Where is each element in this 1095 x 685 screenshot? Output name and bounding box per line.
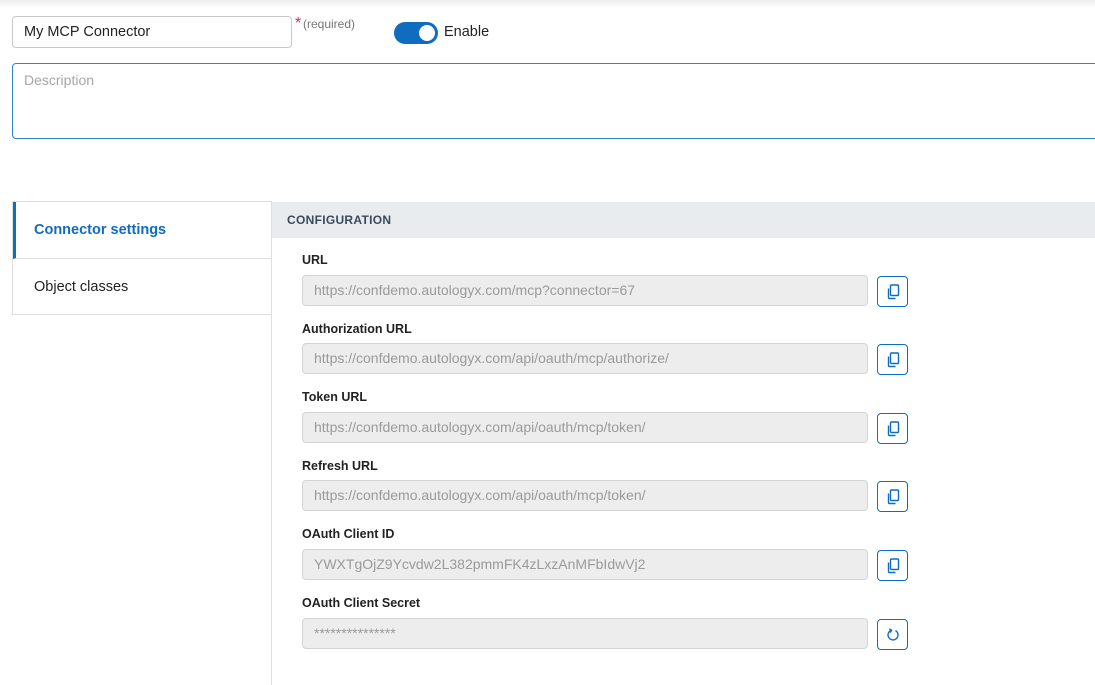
refresh-icon <box>886 627 899 641</box>
required-hint: (required) <box>303 17 356 31</box>
configuration-header: CONFIGURATION <box>272 202 1095 238</box>
token-url-field[interactable]: https://confdemo.autologyx.com/api/oauth… <box>302 412 868 443</box>
copy-authorization-url-button[interactable] <box>877 344 908 375</box>
token-url-label: Token URL <box>302 390 368 404</box>
enable-toggle[interactable] <box>394 22 438 44</box>
refresh-url-label: Refresh URL <box>302 459 378 473</box>
copy-token-url-button[interactable] <box>877 413 908 444</box>
panel-divider <box>271 201 272 685</box>
sidebar-item-connector-settings[interactable]: Connector settings <box>13 202 272 259</box>
copy-refresh-url-button[interactable] <box>877 481 908 512</box>
copy-url-button[interactable] <box>877 276 908 307</box>
sidebar-item-object-classes[interactable]: Object classes <box>13 259 272 316</box>
url-label: URL <box>302 253 328 267</box>
authorization-url-label: Authorization URL <box>302 322 412 336</box>
top-bar-shadow <box>0 0 1095 8</box>
copy-icon <box>887 420 899 436</box>
oauth-client-secret-field[interactable]: *************** <box>302 618 868 649</box>
description-field[interactable]: Description <box>12 63 1095 139</box>
settings-sidebar: Connector settings Object classes <box>12 201 272 315</box>
copy-icon <box>887 283 899 299</box>
copy-icon <box>887 557 899 573</box>
copy-oauth-client-id-button[interactable] <box>877 550 908 581</box>
copy-icon <box>887 351 899 367</box>
oauth-client-id-field[interactable]: YWXTgOjZ9Ycvdw2L382pmmFK4zLxzAnMFbIdwVj2 <box>302 549 868 580</box>
regenerate-secret-button[interactable] <box>877 619 908 650</box>
enable-label: Enable <box>444 24 490 40</box>
oauth-client-id-label: OAuth Client ID <box>302 527 395 541</box>
connector-name-input[interactable]: My MCP Connector <box>12 16 292 48</box>
url-field[interactable]: https://confdemo.autologyx.com/mcp?conne… <box>302 275 868 306</box>
copy-icon <box>887 488 899 504</box>
oauth-client-secret-label: OAuth Client Secret <box>302 596 421 610</box>
refresh-url-field[interactable]: https://confdemo.autologyx.com/api/oauth… <box>302 480 868 511</box>
toggle-knob <box>419 25 435 41</box>
required-asterisk: * <box>295 15 302 32</box>
authorization-url-field[interactable]: https://confdemo.autologyx.com/api/oauth… <box>302 343 868 374</box>
